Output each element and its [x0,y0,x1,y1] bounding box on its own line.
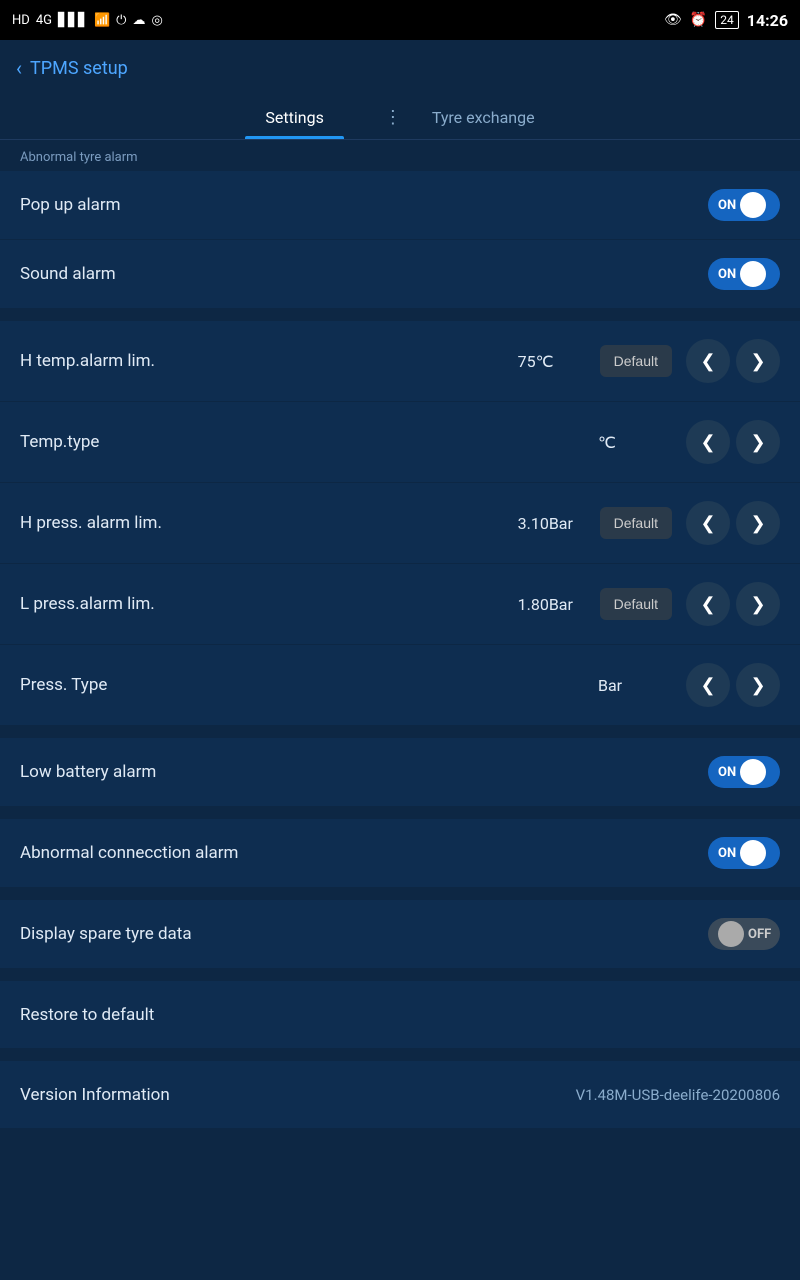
setting-row-temp-type: Temp.type ℃ ❮ ❯ [0,402,800,483]
restore-default-label: Restore to default [20,1005,780,1025]
setting-row-version-info: Version Information V1.48M-USB-deelife-2… [0,1061,800,1129]
setting-row-press-type: Press. Type Bar ❮ ❯ [0,645,800,726]
right-chevron-icon-2: ❯ [750,432,765,453]
l-press-alarm-value: 1.80Bar [518,595,588,614]
press-type-label: Press. Type [20,675,598,695]
setting-row-h-press: H press. alarm lim. 3.10Bar Default ❮ ❯ [0,483,800,564]
abnormal-connection-toggle-circle [740,840,766,866]
status-left: HD 4G ▋▋▋ 📶 ⏻ ☁ ◎ [12,13,163,28]
abnormal-connection-label: Abnormal connecction alarm [20,843,708,863]
tab-settings[interactable]: Settings [245,96,343,139]
page-title: TPMS setup [30,58,128,79]
press-type-value: Bar [598,676,668,695]
low-battery-toggle-circle [740,759,766,785]
display-spare-label: Display spare tyre data [20,924,708,944]
h-press-alarm-value: 3.10Bar [518,514,588,533]
power-icon: ⏻ [116,13,126,28]
left-chevron-icon-3: ❮ [700,513,715,534]
temp-type-label: Temp.type [20,432,598,452]
sound-alarm-toggle-circle [740,261,766,287]
h-press-alarm-label: H press. alarm lim. [20,513,518,533]
l-press-increment-button[interactable]: ❯ [736,582,780,626]
setting-row-l-press: L press.alarm lim. 1.80Bar Default ❮ ❯ [0,564,800,645]
status-bar: HD 4G ▋▋▋ 📶 ⏻ ☁ ◎ 👁 ⏰ 24 14:26 [0,0,800,40]
hd-icon: HD [12,13,30,28]
4g-icon: 4G [36,13,52,28]
tab-tyre-exchange[interactable]: Tyre exchange [412,96,555,139]
temp-type-decrement-button[interactable]: ❮ [686,420,730,464]
setting-row-popup-alarm: Pop up alarm ON [0,171,800,240]
h-temp-default-button[interactable]: Default [600,345,672,377]
h-press-decrement-button[interactable]: ❮ [686,501,730,545]
right-chevron-icon-5: ❯ [750,675,765,696]
abnormal-connection-toggle-label: ON [718,846,736,861]
display-spare-toggle[interactable]: OFF [708,918,780,950]
version-info-value: V1.48M-USB-deelife-20200806 [576,1086,780,1104]
popup-alarm-toggle[interactable]: ON [708,189,780,221]
back-button[interactable]: ‹ [16,56,22,80]
press-type-increment-button[interactable]: ❯ [736,663,780,707]
battery-indicator: 24 [715,11,739,29]
tab-dots-icon: ⋮ [384,107,402,128]
l-press-decrement-button[interactable]: ❮ [686,582,730,626]
spacer-6 [0,1049,800,1061]
setting-row-abnormal-connection: Abnormal connecction alarm ON [0,819,800,888]
setting-row-restore-default[interactable]: Restore to default [0,981,800,1049]
clock: 14:26 [747,11,788,30]
popup-alarm-label: Pop up alarm [20,195,708,215]
setting-row-display-spare: Display spare tyre data OFF [0,900,800,969]
settings-content: Abnormal tyre alarm Pop up alarm ON Soun… [0,140,800,1276]
spacer-3 [0,807,800,819]
l-press-alarm-label: L press.alarm lim. [20,594,518,614]
h-press-default-button[interactable]: Default [600,507,672,539]
spacer-2 [0,726,800,738]
version-info-label: Version Information [20,1085,576,1105]
h-temp-alarm-value: 75℃ [518,352,588,371]
spacer-4 [0,888,800,900]
display-spare-toggle-circle [718,921,744,947]
low-battery-toggle-label: ON [718,765,736,780]
signal-icon: ▋▋▋ [58,13,88,28]
sound-alarm-toggle[interactable]: ON [708,258,780,290]
sound-alarm-label: Sound alarm [20,264,708,284]
shield-icon: ◎ [151,13,162,28]
temp-type-increment-button[interactable]: ❯ [736,420,780,464]
sound-alarm-toggle-label: ON [718,267,736,282]
wifi-icon: 📶 [94,13,110,28]
tabs-bar: Settings ⋮ Tyre exchange [0,96,800,140]
right-chevron-icon-3: ❯ [750,513,765,534]
left-chevron-icon-4: ❮ [700,594,715,615]
right-chevron-icon: ❯ [750,351,765,372]
spacer-5 [0,969,800,981]
header: ‹ TPMS setup [0,40,800,96]
setting-row-h-temp: H temp.alarm lim. 75℃ Default ❮ ❯ [0,321,800,402]
temp-type-value: ℃ [598,433,668,452]
setting-row-sound-alarm: Sound alarm ON [0,240,800,309]
l-press-default-button[interactable]: Default [600,588,672,620]
left-chevron-icon: ❮ [700,351,715,372]
h-temp-increment-button[interactable]: ❯ [736,339,780,383]
display-spare-toggle-label: OFF [748,927,771,942]
alarm-icon: ⏰ [690,12,707,28]
cloud-icon: ☁ [132,13,145,28]
status-right: 👁 ⏰ 24 14:26 [664,11,788,30]
spacer-1 [0,309,800,321]
press-type-decrement-button[interactable]: ❮ [686,663,730,707]
eye-icon: 👁 [664,12,682,28]
left-chevron-icon-2: ❮ [700,432,715,453]
h-temp-alarm-label: H temp.alarm lim. [20,351,518,371]
abnormal-connection-toggle[interactable]: ON [708,837,780,869]
popup-alarm-toggle-label: ON [718,198,736,213]
setting-row-low-battery: Low battery alarm ON [0,738,800,807]
h-press-increment-button[interactable]: ❯ [736,501,780,545]
left-chevron-icon-5: ❮ [700,675,715,696]
low-battery-alarm-toggle[interactable]: ON [708,756,780,788]
section-label-abnormal: Abnormal tyre alarm [0,140,800,171]
low-battery-alarm-label: Low battery alarm [20,762,708,782]
right-chevron-icon-4: ❯ [750,594,765,615]
popup-alarm-toggle-circle [740,192,766,218]
h-temp-decrement-button[interactable]: ❮ [686,339,730,383]
